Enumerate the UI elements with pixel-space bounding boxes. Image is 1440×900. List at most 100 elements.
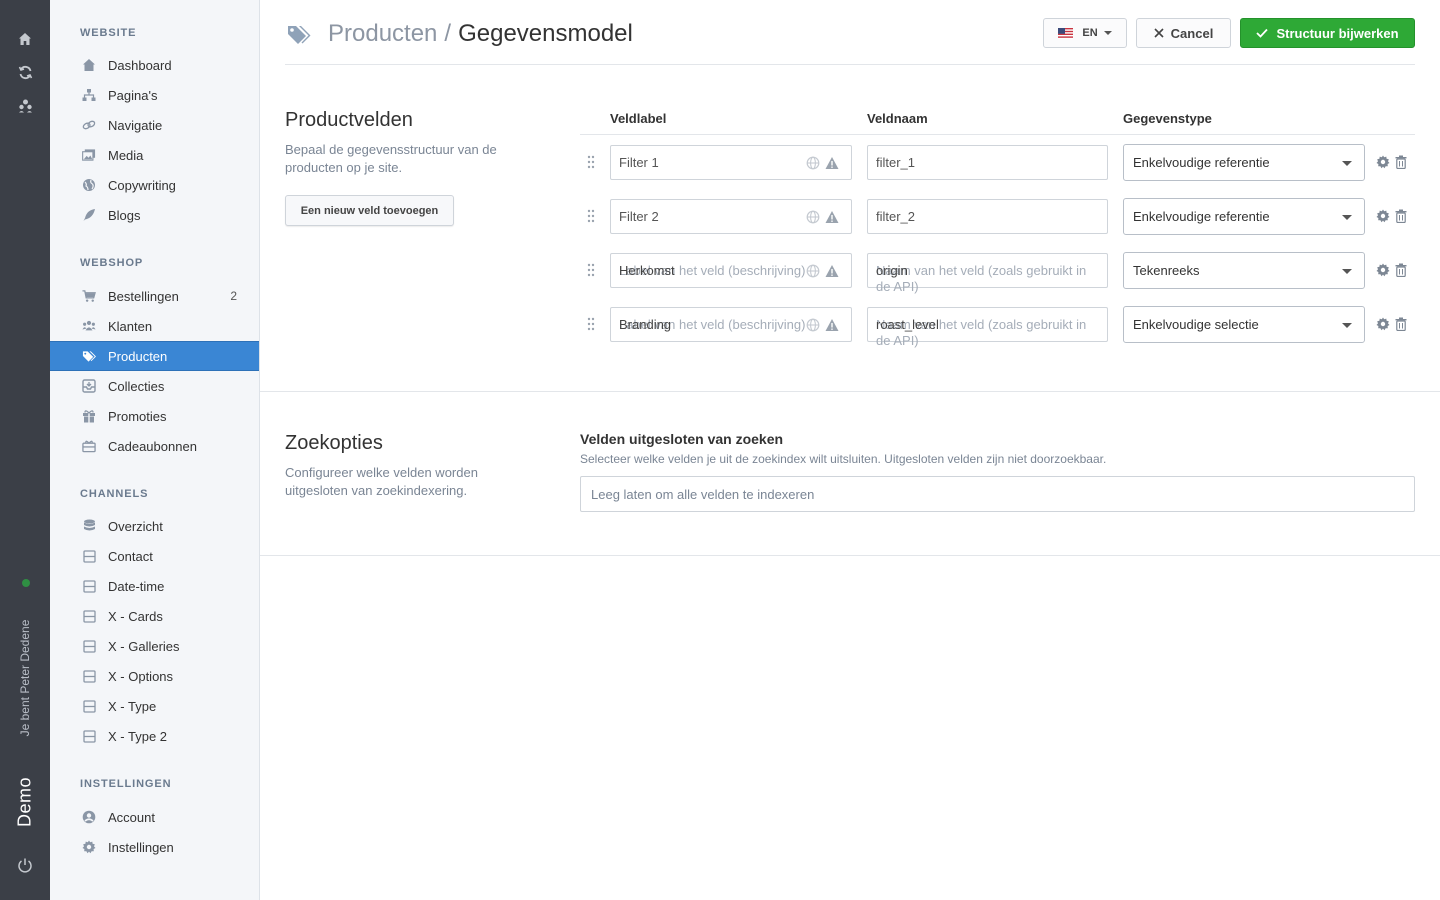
power-icon[interactable]: [15, 855, 35, 875]
channel-icon: [82, 579, 96, 593]
globe-icon[interactable]: [806, 318, 820, 332]
trash-icon[interactable]: [1395, 317, 1409, 332]
users-icon[interactable]: [15, 95, 35, 115]
language-dropdown[interactable]: EN: [1043, 18, 1127, 48]
icon-rail: Je bent Peter Dedene Demo: [0, 0, 50, 900]
brand-name[interactable]: Demo: [15, 777, 36, 827]
refresh-icon[interactable]: [15, 62, 35, 82]
orders-count-badge: 2: [230, 289, 237, 303]
sidebar-item-label: Media: [108, 147, 144, 163]
field-label-input[interactable]: Label van het veld (beschrijving) Brandi…: [610, 307, 852, 342]
sidebar-item-label: X - Galleries: [108, 638, 180, 654]
drag-handle-icon[interactable]: [586, 209, 596, 223]
gear-icon[interactable]: [1376, 263, 1390, 277]
globe-icon[interactable]: [806, 210, 820, 224]
sidebar-item-dashboard[interactable]: Dashboard: [50, 50, 259, 80]
field-name-input[interactable]: Naam van het veld (zoals gebruikt in de …: [867, 253, 1108, 294]
sidebar-section-title: WEBSHOP: [80, 257, 144, 269]
column-header-name: Veldnaam: [867, 111, 928, 126]
sidebar-item-copywriting[interactable]: Copywriting: [50, 170, 259, 200]
add-field-button[interactable]: Een nieuw veld toevoegen: [285, 195, 454, 226]
sidebar-section-title: WEBSITE: [80, 27, 137, 39]
trash-icon[interactable]: [1395, 155, 1409, 170]
data-type-select[interactable]: Enkelvoudige referentie: [1123, 144, 1365, 181]
drag-handle-icon[interactable]: [586, 317, 596, 331]
data-type-select[interactable]: Enkelvoudige referentie: [1123, 198, 1365, 235]
field-name-value: filter_1: [876, 155, 916, 170]
sidebar-item-x-options[interactable]: X - Options: [50, 661, 259, 691]
warning-icon[interactable]: [825, 210, 839, 224]
sidebar-item-x-type-2[interactable]: X - Type 2: [50, 721, 259, 751]
sidebar-item-customers[interactable]: Klanten: [50, 311, 259, 341]
sidebar-item-x-type[interactable]: X - Type: [50, 691, 259, 721]
sidebar-item-blogs[interactable]: Blogs: [50, 200, 259, 230]
gear-icon[interactable]: [1376, 317, 1390, 331]
section-divider: [260, 391, 1440, 392]
home-icon[interactable]: [15, 29, 35, 49]
sidebar-item-pages[interactable]: Pagina's: [50, 80, 259, 110]
search-options-heading: Zoekopties: [285, 432, 383, 454]
flag-us-icon: [1058, 27, 1074, 39]
gear-icon[interactable]: [1376, 209, 1390, 223]
sidebar-item-collections[interactable]: Collecties: [50, 371, 259, 401]
warning-icon[interactable]: [825, 318, 839, 332]
inbox-icon: [82, 379, 96, 393]
data-type-value: Enkelvoudige selectie: [1133, 317, 1259, 332]
channel-icon: [82, 729, 96, 743]
breadcrumb-products[interactable]: Producten: [328, 20, 437, 48]
sidebar-item-label: Account: [108, 809, 155, 825]
home-icon: [82, 58, 96, 72]
cancel-button[interactable]: Cancel: [1136, 18, 1231, 48]
data-type-select[interactable]: Tekenreeks: [1123, 252, 1365, 289]
sidebar-item-account[interactable]: Account: [50, 802, 259, 832]
warning-icon[interactable]: [825, 264, 839, 278]
field-name-input[interactable]: Naam van het veld (zoals gebruikt in de …: [867, 307, 1108, 348]
trash-icon[interactable]: [1395, 263, 1409, 278]
sidebar-item-promotions[interactable]: Promoties: [50, 401, 259, 431]
field-name-input[interactable]: filter_1: [867, 145, 1108, 180]
globe-icon[interactable]: [806, 264, 820, 278]
sidebar-item-products[interactable]: Producten: [50, 341, 259, 371]
field-label-input[interactable]: Label van het veld (beschrijving) Herkom…: [610, 253, 852, 288]
gear-icon[interactable]: [1376, 155, 1390, 169]
chevron-down-icon: [1342, 269, 1352, 274]
globe-icon[interactable]: [806, 156, 820, 170]
trash-icon[interactable]: [1395, 209, 1409, 224]
sidebar-item-contact[interactable]: Contact: [50, 541, 259, 571]
field-name-input[interactable]: filter_2: [867, 199, 1108, 234]
sidebar-item-label: Collecties: [108, 378, 165, 394]
update-structure-button[interactable]: Structuur bijwerken: [1240, 18, 1415, 48]
channel-icon: [82, 699, 96, 713]
data-type-select[interactable]: Enkelvoudige selectie: [1123, 306, 1365, 343]
chevron-down-icon: [1342, 323, 1352, 328]
data-type-value: Tekenreeks: [1133, 263, 1200, 278]
excluded-fields-title: Velden uitgesloten van zoeken: [580, 431, 784, 447]
gear-icon: [82, 840, 96, 854]
sidebar-item-settings[interactable]: Instellingen: [50, 832, 259, 862]
data-type-value: Enkelvoudige referentie: [1133, 209, 1270, 224]
warning-icon[interactable]: [825, 156, 839, 170]
field-name-value: roast_level: [876, 317, 939, 332]
field-label-input[interactable]: Filter 2: [610, 199, 852, 234]
sidebar-item-orders[interactable]: Bestellingen 2: [50, 281, 259, 311]
sidebar-item-navigation[interactable]: Navigatie: [50, 110, 259, 140]
field-row: Label van het veld (beschrijving) Brandi…: [580, 306, 1415, 348]
page-title: Producten / Gegevensmodel: [285, 20, 633, 48]
sidebar-item-gift-cards[interactable]: Cadeaubonnen: [50, 431, 259, 461]
field-row: Label van het veld (beschrijving) Herkom…: [580, 252, 1415, 294]
images-icon: [82, 148, 96, 162]
chevron-down-icon: [1342, 215, 1352, 220]
sidebar-item-media[interactable]: Media: [50, 140, 259, 170]
feather-icon: [82, 208, 96, 222]
sidebar-item-date-time[interactable]: Date-time: [50, 571, 259, 601]
field-label-input[interactable]: Filter 1: [610, 145, 852, 180]
excluded-fields-input[interactable]: Leeg laten om alle velden te indexeren: [580, 476, 1415, 512]
sidebar-item-overview[interactable]: Overzicht: [50, 511, 259, 541]
sidebar-item-label: Producten: [108, 348, 168, 364]
sidebar-item-x-cards[interactable]: X - Cards: [50, 601, 259, 631]
drag-handle-icon[interactable]: [586, 263, 596, 277]
update-structure-label: Structuur bijwerken: [1276, 25, 1399, 41]
online-status-dot: [22, 579, 30, 587]
drag-handle-icon[interactable]: [586, 155, 596, 169]
sidebar-item-x-galleries[interactable]: X - Galleries: [50, 631, 259, 661]
